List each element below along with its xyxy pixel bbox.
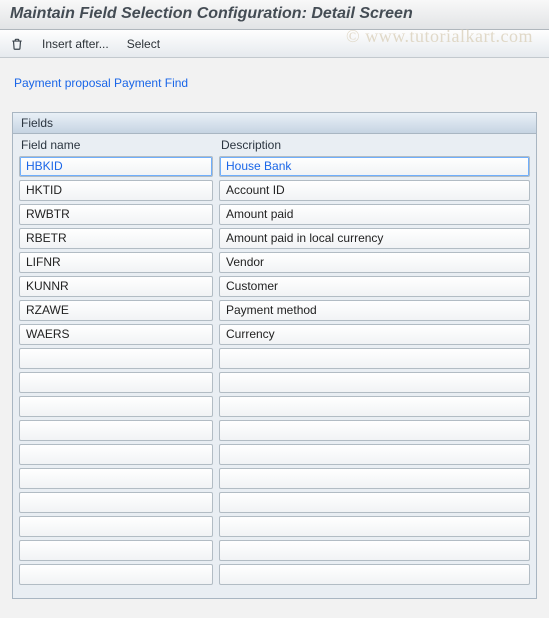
field-desc-cell[interactable]: Currency — [219, 324, 530, 345]
field-name-cell[interactable] — [19, 348, 213, 369]
table-row[interactable] — [19, 468, 530, 489]
table-row[interactable] — [19, 492, 530, 513]
column-header-description: Description — [219, 138, 530, 152]
field-name-cell[interactable] — [19, 516, 213, 537]
field-desc-cell[interactable]: Account ID — [219, 180, 530, 201]
field-name-cell[interactable]: HBKID — [19, 156, 213, 177]
table-row[interactable] — [19, 564, 530, 585]
table-row[interactable]: RWBTR Amount paid — [19, 204, 530, 225]
breadcrumb-text: Payment proposal Payment Find — [14, 76, 188, 90]
field-desc-cell[interactable]: Customer — [219, 276, 530, 297]
field-desc-cell[interactable] — [219, 348, 530, 369]
field-desc-cell[interactable] — [219, 540, 530, 561]
field-desc-cell[interactable] — [219, 516, 530, 537]
insert-after-button[interactable]: Insert after... — [40, 35, 111, 53]
delete-button[interactable] — [8, 35, 26, 53]
field-name-cell[interactable] — [19, 396, 213, 417]
field-desc-cell[interactable] — [219, 444, 530, 465]
field-name-cell[interactable]: LIFNR — [19, 252, 213, 273]
field-name-cell[interactable] — [19, 492, 213, 513]
table-row[interactable] — [19, 420, 530, 441]
table-row[interactable]: KUNNR Customer — [19, 276, 530, 297]
header-bar: Maintain Field Selection Configuration: … — [0, 0, 549, 30]
field-desc-cell[interactable] — [219, 492, 530, 513]
field-name-cell[interactable] — [19, 540, 213, 561]
field-name-cell[interactable]: HKTID — [19, 180, 213, 201]
table-row[interactable] — [19, 444, 530, 465]
grid-body: HBKID House Bank HKTID Account ID RWBTR Amoun… — [13, 156, 536, 598]
grid-header: Field name Description — [13, 134, 536, 156]
select-button[interactable]: Select — [125, 35, 162, 53]
field-name-cell[interactable]: RWBTR — [19, 204, 213, 225]
table-row[interactable] — [19, 348, 530, 369]
field-name-cell[interactable] — [19, 444, 213, 465]
table-row[interactable]: HBKID House Bank — [19, 156, 530, 177]
table-row[interactable]: LIFNR Vendor — [19, 252, 530, 273]
trash-icon — [10, 37, 24, 51]
field-name-cell[interactable]: RZAWE — [19, 300, 213, 321]
field-desc-cell[interactable] — [219, 420, 530, 441]
field-name-cell[interactable] — [19, 420, 213, 441]
field-name-cell[interactable]: KUNNR — [19, 276, 213, 297]
fields-panel: Fields Field name Description HBKID House… — [12, 112, 537, 599]
table-row[interactable]: HKTID Account ID — [19, 180, 530, 201]
field-name-cell[interactable]: RBETR — [19, 228, 213, 249]
column-header-fieldname: Field name — [19, 138, 219, 152]
toolbar: Insert after... Select — [0, 30, 549, 58]
table-row[interactable] — [19, 540, 530, 561]
field-desc-cell[interactable] — [219, 396, 530, 417]
table-row[interactable] — [19, 372, 530, 393]
table-row[interactable]: RBETR Amount paid in local currency — [19, 228, 530, 249]
field-name-cell[interactable] — [19, 372, 213, 393]
field-desc-cell[interactable] — [219, 468, 530, 489]
field-desc-cell[interactable] — [219, 372, 530, 393]
table-row[interactable] — [19, 516, 530, 537]
field-desc-cell[interactable]: Vendor — [219, 252, 530, 273]
table-row[interactable]: WAERS Currency — [19, 324, 530, 345]
field-desc-cell[interactable]: Payment method — [219, 300, 530, 321]
field-desc-cell[interactable]: House Bank — [219, 156, 530, 177]
breadcrumb: Payment proposal Payment Find — [0, 58, 549, 100]
table-row[interactable]: RZAWE Payment method — [19, 300, 530, 321]
field-name-cell[interactable] — [19, 564, 213, 585]
field-name-cell[interactable]: WAERS — [19, 324, 213, 345]
field-desc-cell[interactable] — [219, 564, 530, 585]
table-row[interactable] — [19, 396, 530, 417]
page-title: Maintain Field Selection Configuration: … — [10, 5, 539, 23]
field-name-cell[interactable] — [19, 468, 213, 489]
field-desc-cell[interactable]: Amount paid in local currency — [219, 228, 530, 249]
panel-title: Fields — [13, 113, 536, 134]
field-desc-cell[interactable]: Amount paid — [219, 204, 530, 225]
